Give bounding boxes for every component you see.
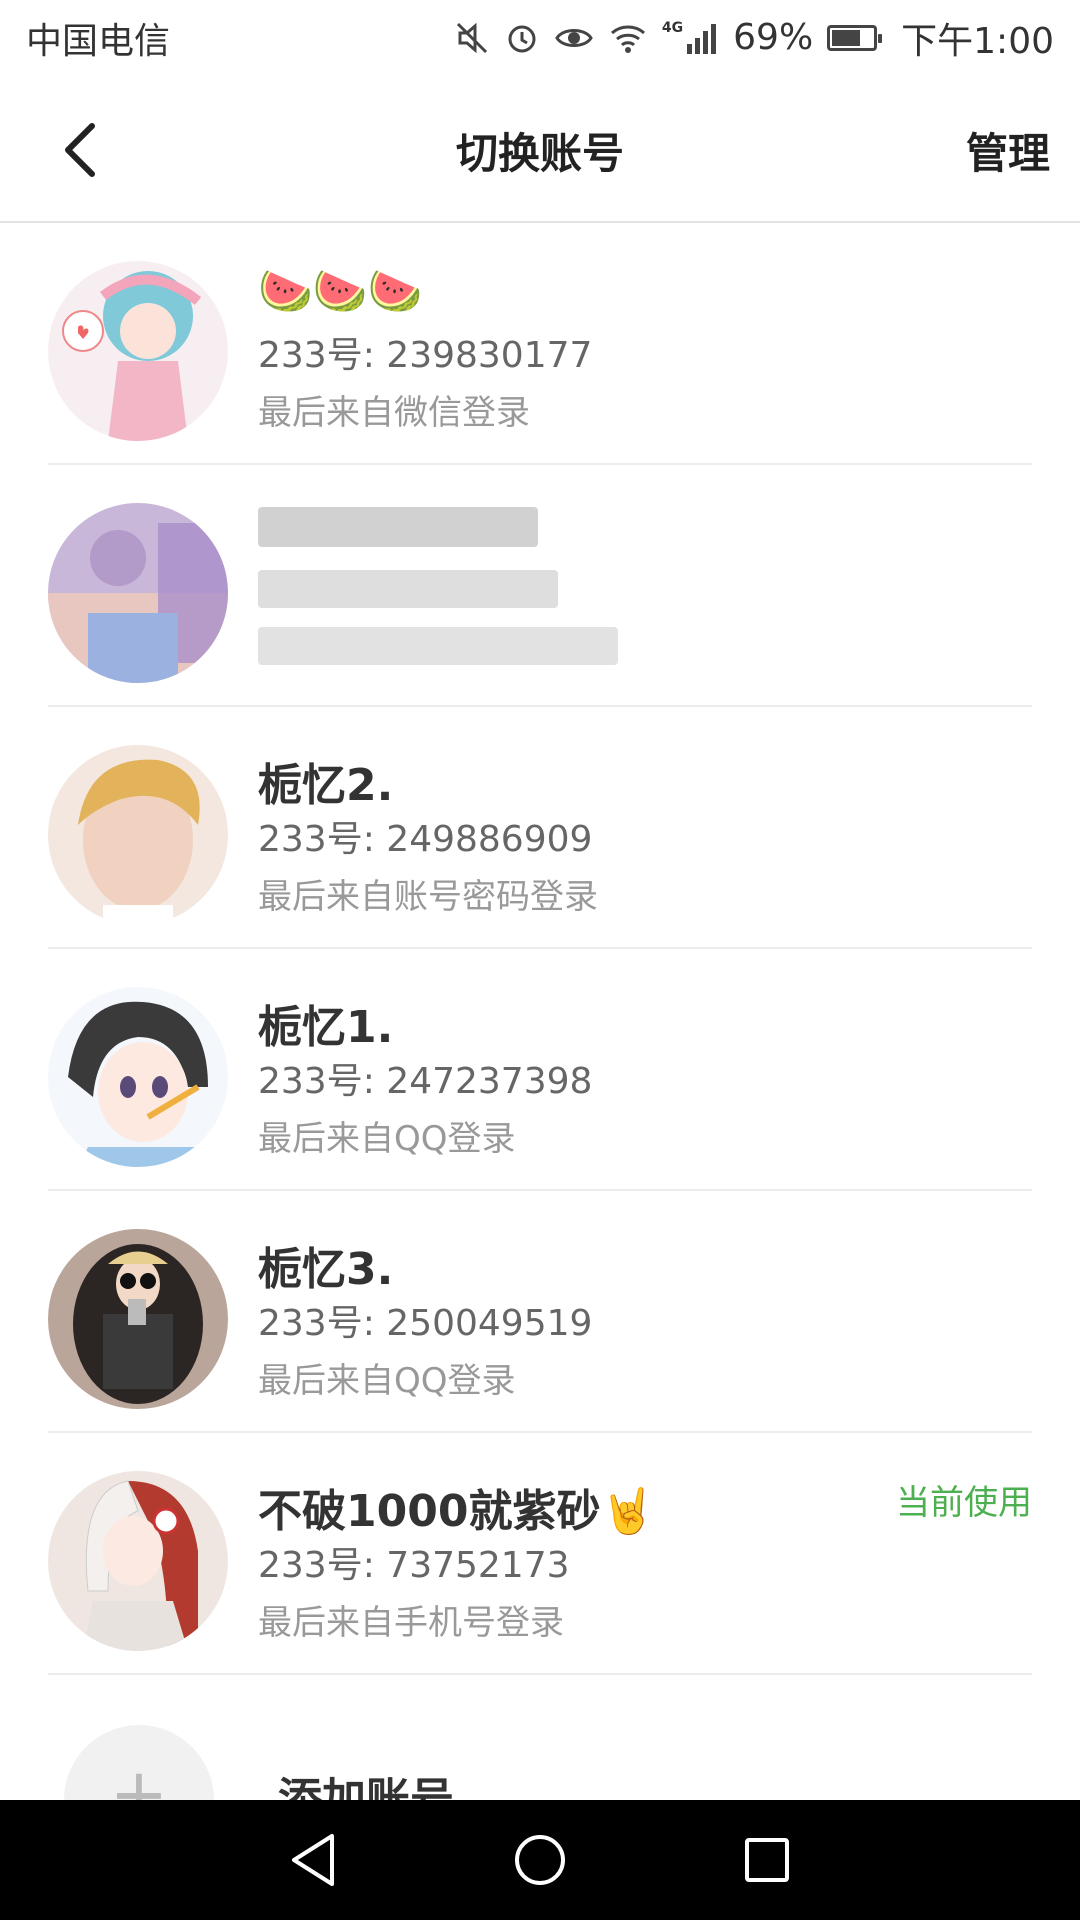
back-triangle-icon <box>292 1834 335 1886</box>
account-item-current[interactable]: 不破1000就紫砂🤘 233号: 73752173 最后来自手机号登录 当前使用 <box>48 1433 1032 1675</box>
blurred-login <box>258 627 618 665</box>
avatar <box>48 1471 228 1651</box>
blurred-id <box>258 570 558 608</box>
battery-fill <box>832 29 861 46</box>
account-login-method: 最后来自QQ登录 <box>258 1119 516 1159</box>
current-account-badge: 当前使用 <box>896 1483 1032 1523</box>
signal-icon: 4G <box>662 20 719 56</box>
battery-percent: 69% <box>733 17 814 58</box>
account-id: 233号: 247237398 <box>258 1061 593 1102</box>
account-item[interactable]: 栀忆1. 233号: 247237398 最后来自QQ登录 <box>48 949 1032 1191</box>
account-login-method: 最后来自手机号登录 <box>258 1603 564 1643</box>
nav-bar: 切换账号 管理 <box>0 75 1080 223</box>
status-icons: 4G 69% 下午1:00 <box>454 12 1054 64</box>
account-item[interactable]: 栀忆3. 233号: 250049519 最后来自QQ登录 <box>48 1191 1032 1433</box>
account-name: 不破1000就紫砂🤘 <box>258 1486 656 1537</box>
account-login-method: 最后来自账号密码登录 <box>258 877 598 917</box>
account-id: 233号: 239830177 <box>258 335 593 376</box>
alarm-icon <box>504 20 540 56</box>
account-login-method: 最后来自QQ登录 <box>258 1361 516 1401</box>
clock: 下午1:00 <box>901 20 1054 62</box>
account-name: 栀忆2. <box>258 760 394 811</box>
account-item[interactable]: 栀忆2. 233号: 249886909 最后来自账号密码登录 <box>48 707 1032 949</box>
account-id: 233号: 249886909 <box>258 819 593 860</box>
eye-icon <box>554 20 594 56</box>
system-nav-bar <box>0 1800 1080 1920</box>
system-back-button[interactable] <box>278 1825 348 1895</box>
battery-icon <box>827 24 883 51</box>
home-circle-icon <box>514 1835 565 1885</box>
status-bar: 中国电信 4G 69% 下午1:00 <box>0 0 1080 75</box>
account-name: 🍉🍉🍉 <box>258 265 422 317</box>
recents-square-icon <box>744 1838 789 1882</box>
carrier-label: 中国电信 <box>26 20 171 62</box>
account-item-blurred[interactable] <box>48 465 1032 707</box>
avatar <box>48 261 228 441</box>
account-item[interactable]: 🍉🍉🍉 233号: 239830177 最后来自微信登录 <box>48 223 1032 465</box>
blurred-name <box>258 507 538 547</box>
account-list: 🍉🍉🍉 233号: 239830177 最后来自微信登录 栀忆2. 233号: … <box>0 223 1080 1675</box>
account-name: 栀忆3. <box>258 1244 394 1295</box>
network-label: 4G <box>661 19 684 36</box>
avatar <box>48 1229 228 1409</box>
add-account-row[interactable]: + 添加账号 <box>48 1675 1032 1820</box>
page-title: 切换账号 <box>455 129 624 178</box>
mute-icon <box>454 20 490 56</box>
account-login-method: 最后来自微信登录 <box>258 393 530 433</box>
system-home-button[interactable] <box>505 1825 575 1895</box>
system-recents-button[interactable] <box>732 1825 802 1895</box>
account-id: 233号: 250049519 <box>258 1303 593 1344</box>
watermelon-emoji-name: 🍉🍉🍉 <box>258 266 423 317</box>
avatar <box>48 745 228 925</box>
account-id: 233号: 73752173 <box>258 1545 570 1586</box>
account-name: 栀忆1. <box>258 1002 394 1053</box>
wifi-icon <box>608 20 648 56</box>
manage-button[interactable]: 管理 <box>966 120 1050 181</box>
avatar <box>48 987 228 1167</box>
avatar-blurred <box>48 503 228 683</box>
